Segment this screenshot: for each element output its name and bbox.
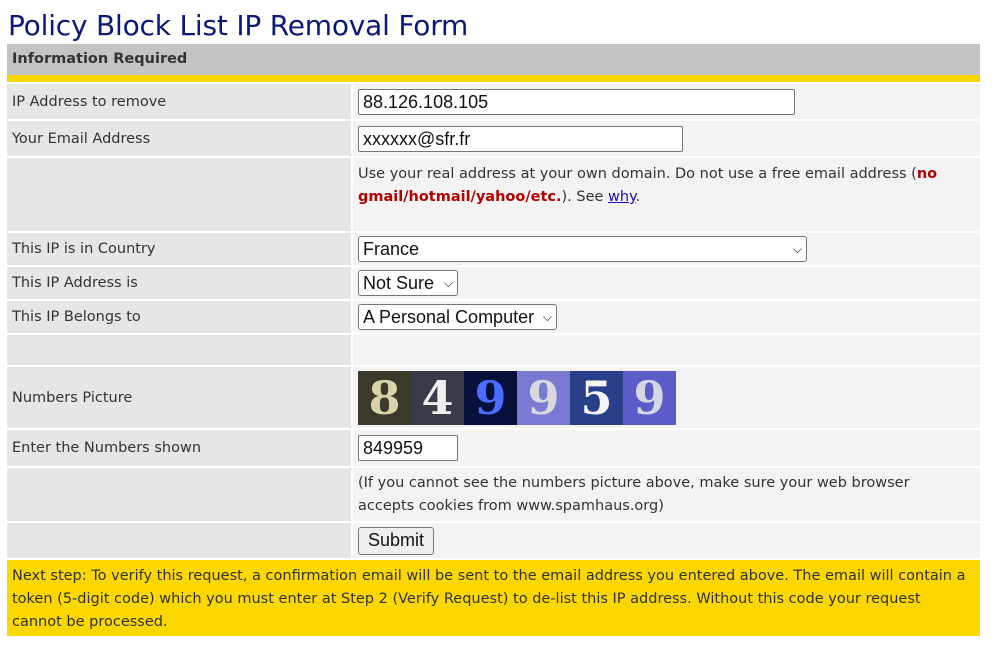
belongs-cell: A Personal Computer ⌵ xyxy=(353,301,980,333)
chevron-down-icon: ⌵ xyxy=(443,275,453,290)
ip-address-input[interactable]: 88.126.108.105 xyxy=(358,88,795,115)
captcha-cell: 849959 xyxy=(353,367,980,428)
removal-form: Information Required IP Address to remov… xyxy=(7,44,980,636)
spacer-row xyxy=(7,335,980,365)
address-type-cell: Not Sure ⌵ xyxy=(353,267,980,299)
spacer-label-cell xyxy=(7,335,351,365)
country-cell: France ⌵ xyxy=(353,233,980,265)
section-header: Information Required xyxy=(7,44,980,82)
cookie-note: (If you cannot see the numbers picture a… xyxy=(358,475,910,514)
numbers-label: Enter the Numbers shown xyxy=(7,430,351,466)
country-label: This IP is in Country xyxy=(7,233,351,265)
numbers-note-row: (If you cannot see the numbers picture a… xyxy=(7,468,980,521)
email-row: Your Email Address xxxxxx@sfr.fr xyxy=(7,121,980,156)
section-header-label: Information Required xyxy=(12,51,188,67)
captcha-row: Numbers Picture 849959 xyxy=(7,367,980,428)
spacer-cell xyxy=(353,335,980,365)
submit-label-cell xyxy=(7,523,351,558)
ip-row: IP Address to remove 88.126.108.105 xyxy=(7,84,980,119)
email-note-text-after: ). See xyxy=(561,189,609,205)
captcha-digit: 8 xyxy=(358,370,411,425)
belongs-select[interactable]: A Personal Computer ⌵ xyxy=(358,304,557,330)
numbers-note-cell: (If you cannot see the numbers picture a… xyxy=(353,468,980,521)
numbers-note-label-cell xyxy=(7,468,351,521)
ip-cell: 88.126.108.105 xyxy=(353,84,980,119)
captcha-digit: 9 xyxy=(623,370,676,425)
email-note-cell: Use your real address at your own domain… xyxy=(353,158,980,231)
belongs-select-value: A Personal Computer xyxy=(363,306,535,327)
address-type-select[interactable]: Not Sure ⌵ xyxy=(358,270,458,296)
email-note: Use your real address at your own domain… xyxy=(358,158,980,209)
chevron-down-icon: ⌵ xyxy=(792,241,802,256)
why-link[interactable]: why xyxy=(608,189,636,205)
email-cell: xxxxxx@sfr.fr xyxy=(353,121,980,156)
belongs-row: This IP Belongs to A Personal Computer ⌵ xyxy=(7,301,980,333)
country-row: This IP is in Country France ⌵ xyxy=(7,233,980,265)
email-input[interactable]: xxxxxx@sfr.fr xyxy=(358,125,683,152)
submit-cell: Submit xyxy=(353,523,980,558)
captcha-label: Numbers Picture xyxy=(7,367,351,428)
captcha-image: 849959 xyxy=(358,370,676,425)
address-type-label: This IP Address is xyxy=(7,267,351,299)
submit-button[interactable]: Submit xyxy=(358,526,435,555)
numbers-cell: 849959 xyxy=(353,430,980,466)
country-select-value: France xyxy=(363,238,420,259)
ip-label: IP Address to remove xyxy=(7,84,351,119)
email-note-label-cell xyxy=(7,158,351,231)
email-note-row: Use your real address at your own domain… xyxy=(7,158,980,231)
captcha-input[interactable]: 849959 xyxy=(358,435,458,461)
country-select[interactable]: France ⌵ xyxy=(358,236,807,262)
next-step-note: Next step: To verify this request, a con… xyxy=(7,560,980,636)
belongs-label: This IP Belongs to xyxy=(7,301,351,333)
page-title: Policy Block List IP Removal Form xyxy=(8,9,469,42)
captcha-digit: 9 xyxy=(464,370,517,425)
chevron-down-icon: ⌵ xyxy=(542,309,552,324)
email-label: Your Email Address xyxy=(7,121,351,156)
address-type-row: This IP Address is Not Sure ⌵ xyxy=(7,267,980,299)
email-note-text: Use your real address at your own domain… xyxy=(358,166,917,182)
submit-row: Submit xyxy=(7,523,980,558)
address-type-select-value: Not Sure xyxy=(363,272,435,293)
captcha-digit: 9 xyxy=(517,370,570,425)
captcha-digit: 4 xyxy=(411,370,464,425)
email-note-end: . xyxy=(635,189,641,205)
captcha-digit: 5 xyxy=(570,370,623,425)
numbers-row: Enter the Numbers shown 849959 xyxy=(7,430,980,466)
